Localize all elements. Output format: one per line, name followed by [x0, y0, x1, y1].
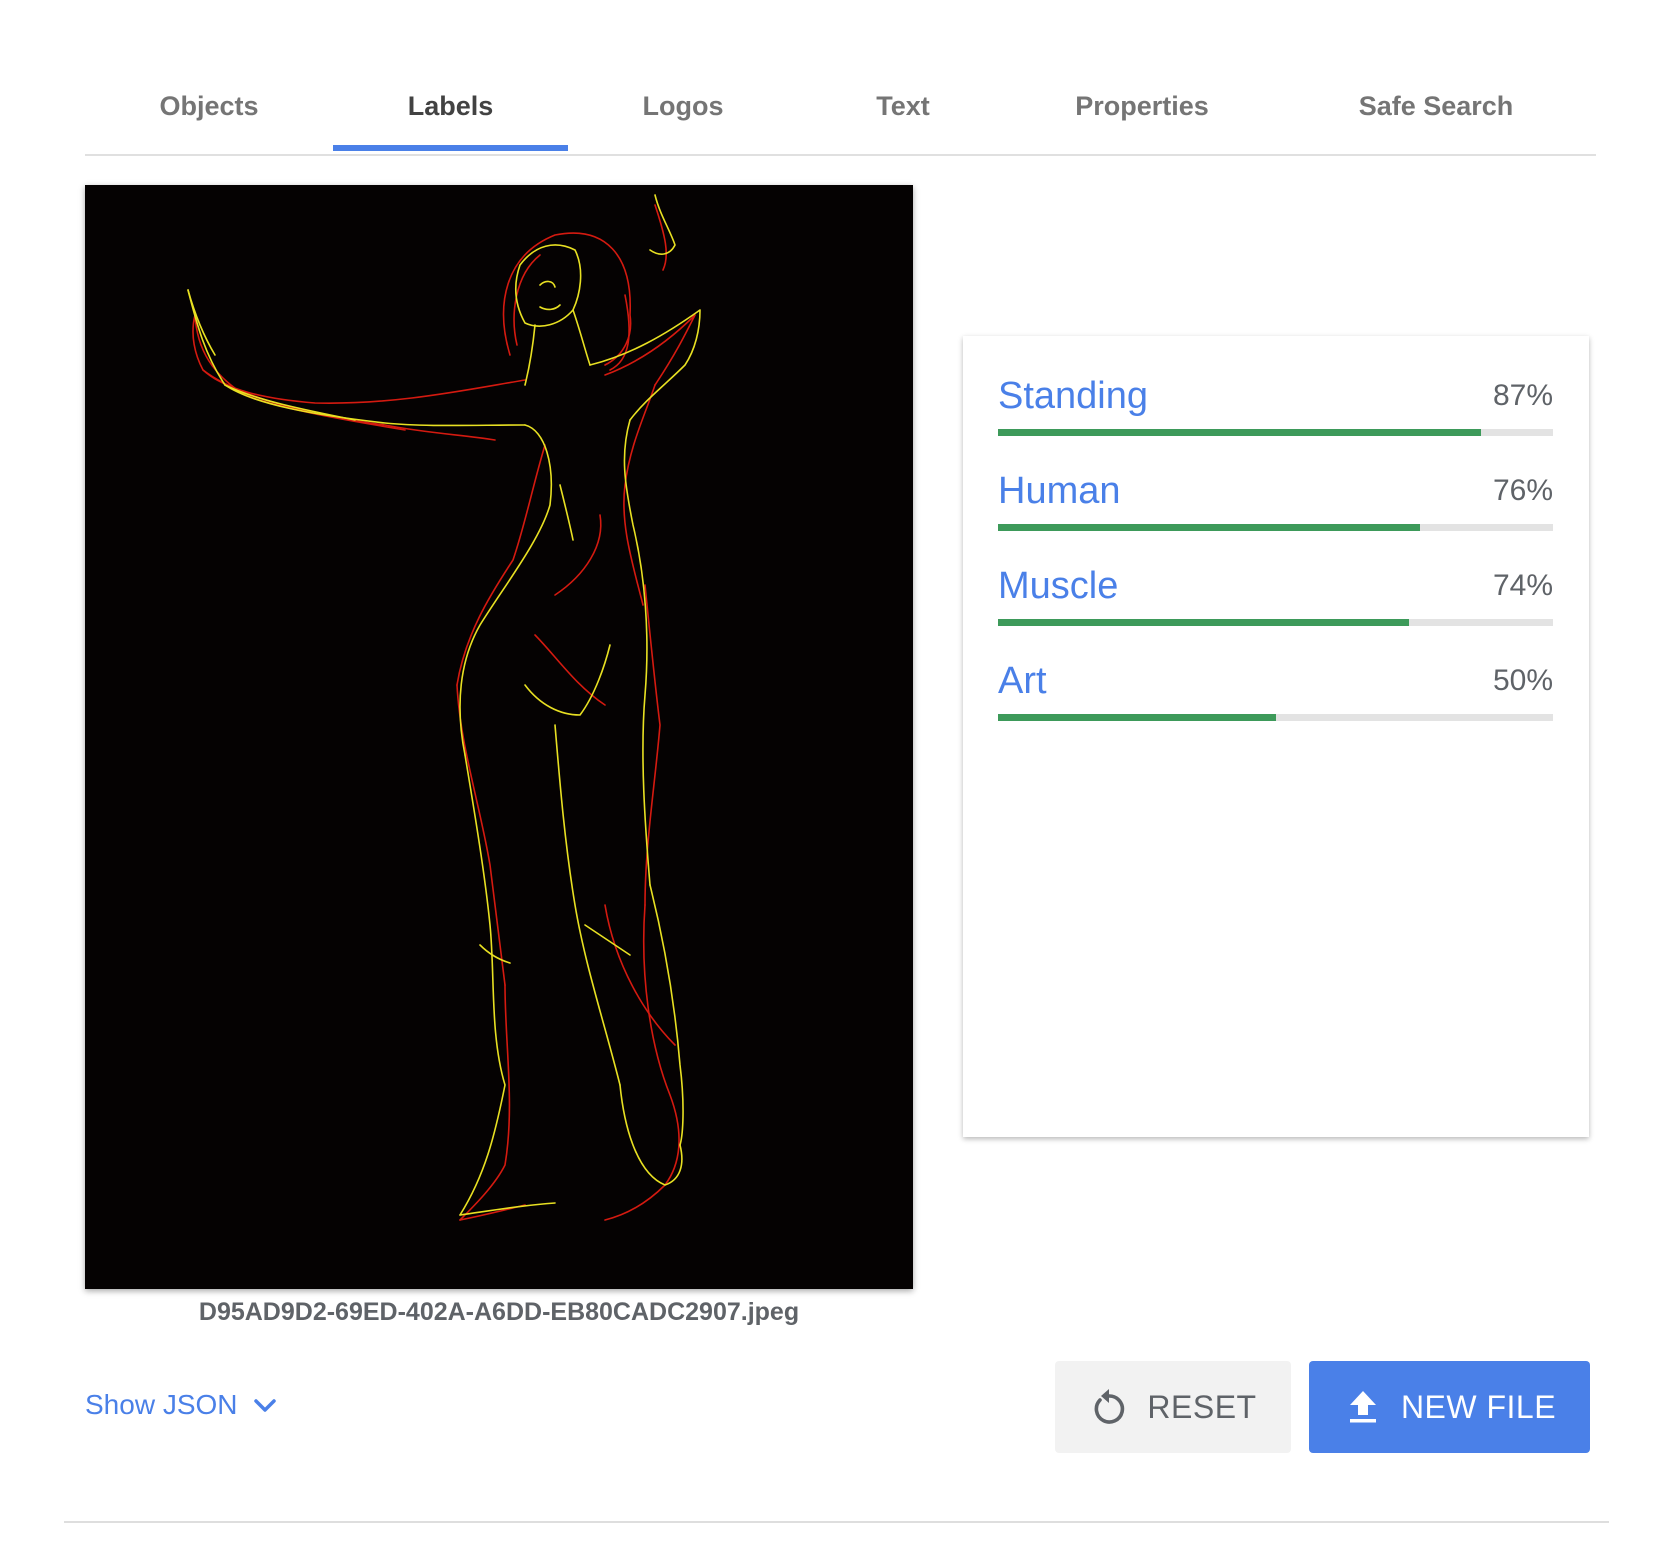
tab-objects[interactable]: Objects	[85, 60, 333, 152]
feature-tabs: Objects Labels Logos Text Properties Saf…	[85, 60, 1596, 156]
uploaded-image	[85, 185, 913, 1289]
label-score: 50%	[1492, 664, 1553, 697]
confidence-bar-track	[998, 619, 1553, 626]
confidence-bar-track	[998, 714, 1553, 721]
tab-logos[interactable]: Logos	[568, 60, 798, 152]
sketch-red-strokes	[192, 204, 696, 1221]
chevron-down-icon	[252, 1392, 278, 1418]
page-heading-partial	[0, 0, 1668, 10]
bottom-divider	[64, 1521, 1609, 1523]
label-result-row: Art 50%	[998, 659, 1553, 729]
show-json-toggle[interactable]: Show JSON	[85, 1388, 278, 1422]
tab-labels[interactable]: Labels	[333, 60, 568, 152]
tab-safe-search[interactable]: Safe Search	[1276, 60, 1596, 152]
label-score: 74%	[1492, 569, 1553, 602]
label-name-link[interactable]: Standing	[998, 374, 1148, 418]
reset-icon	[1089, 1387, 1129, 1427]
confidence-bar-fill	[998, 714, 1276, 721]
tab-text[interactable]: Text	[798, 60, 1008, 152]
image-filename: D95AD9D2-69ED-402A-A6DD-EB80CADC2907.jpe…	[198, 1298, 800, 1326]
confidence-bar-fill	[998, 619, 1409, 626]
label-score: 76%	[1492, 474, 1553, 507]
show-json-label: Show JSON	[85, 1389, 238, 1420]
confidence-bar-track	[998, 524, 1553, 531]
confidence-bar-fill	[998, 429, 1481, 436]
reset-label: RESET	[1147, 1388, 1257, 1425]
label-score: 87%	[1492, 379, 1553, 412]
upload-icon	[1343, 1387, 1383, 1427]
label-result-row: Human 76%	[998, 469, 1553, 539]
label-name-link[interactable]: Human	[998, 469, 1121, 513]
active-tab-indicator	[333, 145, 568, 151]
new-file-button[interactable]: NEW FILE	[1309, 1361, 1590, 1453]
tab-properties[interactable]: Properties	[1008, 60, 1276, 152]
label-result-row: Standing 87%	[998, 374, 1553, 444]
figure-sketch	[187, 194, 701, 1221]
label-result-row: Muscle 74%	[998, 564, 1553, 634]
new-file-label: NEW FILE	[1400, 1388, 1557, 1425]
reset-button[interactable]: RESET	[1055, 1361, 1291, 1453]
confidence-bar-track	[998, 429, 1553, 436]
labels-results-card: Standing 87% Human 76% Muscle 74% Art 50…	[963, 336, 1589, 1137]
confidence-bar-fill	[998, 524, 1420, 531]
label-name-link[interactable]: Muscle	[998, 564, 1118, 608]
label-name-link[interactable]: Art	[998, 659, 1047, 703]
